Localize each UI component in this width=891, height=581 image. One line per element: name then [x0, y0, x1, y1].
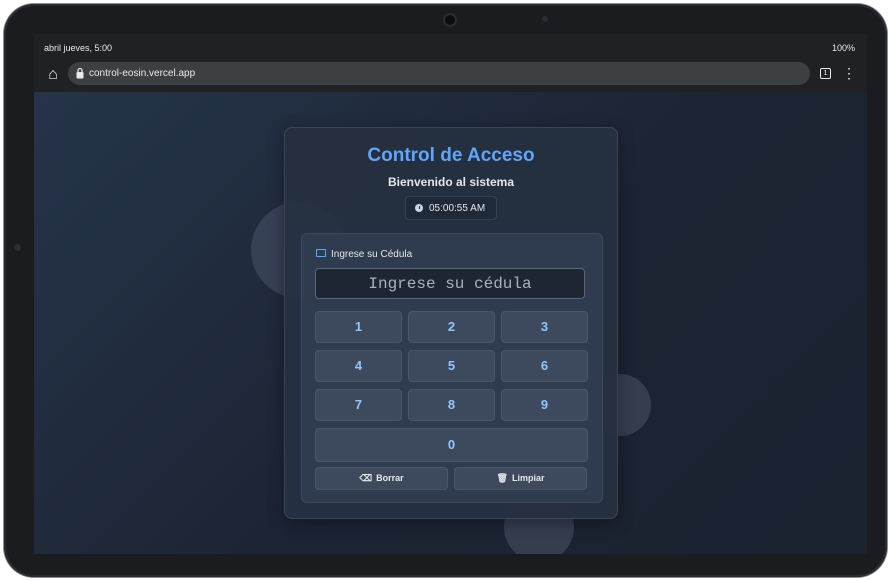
keypad-panel: Ingrese su Cédula 1 2 3 4 5 6 7 8 9 0 ⌫B…: [301, 233, 603, 503]
key-2[interactable]: 2: [408, 311, 495, 343]
sensor: [542, 16, 548, 22]
screen: abril jueves, 5:00 100% ⌂ control-eosin.…: [34, 34, 867, 554]
status-time: abril jueves, 5:00: [44, 43, 113, 53]
page: Control de Acceso Bienvenido al sistema …: [34, 92, 867, 554]
status-bar: abril jueves, 5:00 100%: [34, 34, 867, 60]
address-bar[interactable]: control-eosin.vercel.app: [68, 62, 810, 85]
borrar-button[interactable]: ⌫ Borrar: [315, 467, 448, 490]
input-label-text: Ingrese su Cédula: [331, 249, 413, 260]
limpiar-button[interactable]: 🗑 Limpiar: [454, 467, 587, 490]
key-3[interactable]: 3: [501, 311, 588, 343]
key-1[interactable]: 1: [315, 311, 402, 343]
id-card-icon: [316, 249, 326, 257]
borrar-label: Borrar: [376, 473, 404, 483]
browser-toolbar: ⌂ control-eosin.vercel.app 1 ⋮: [34, 60, 867, 92]
clock: 05:00:55 AM: [405, 196, 497, 220]
key-4[interactable]: 4: [315, 350, 402, 382]
key-7[interactable]: 7: [315, 389, 402, 421]
battery-level: 100%: [831, 43, 855, 53]
url-text: control-eosin.vercel.app: [89, 68, 196, 79]
backspace-icon: ⌫: [359, 473, 373, 483]
key-0[interactable]: 0: [315, 428, 588, 462]
front-camera: [445, 15, 455, 25]
key-8[interactable]: 8: [408, 389, 495, 421]
input-label: Ingrese su Cédula: [316, 249, 412, 260]
tabs-icon[interactable]: 1: [820, 68, 831, 79]
home-icon[interactable]: ⌂: [44, 66, 62, 84]
more-menu-icon[interactable]: ⋮: [842, 64, 856, 82]
limpiar-label: Limpiar: [511, 473, 545, 483]
tablet-frame: abril jueves, 5:00 100% ⌂ control-eosin.…: [4, 4, 887, 577]
trash-icon: 🗑: [496, 473, 508, 483]
welcome-text: Bienvenido al sistema: [387, 175, 515, 189]
access-card: Control de Acceso Bienvenido al sistema …: [284, 127, 618, 519]
key-9[interactable]: 9: [501, 389, 588, 421]
clock-time: 05:00:55 AM: [429, 203, 486, 214]
page-title: Control de Acceso: [367, 145, 535, 166]
lock-icon: [76, 67, 84, 79]
clock-icon: [415, 204, 423, 212]
side-sensor: [14, 244, 21, 251]
cedula-input[interactable]: [315, 268, 585, 299]
key-6[interactable]: 6: [501, 350, 588, 382]
key-5[interactable]: 5: [408, 350, 495, 382]
